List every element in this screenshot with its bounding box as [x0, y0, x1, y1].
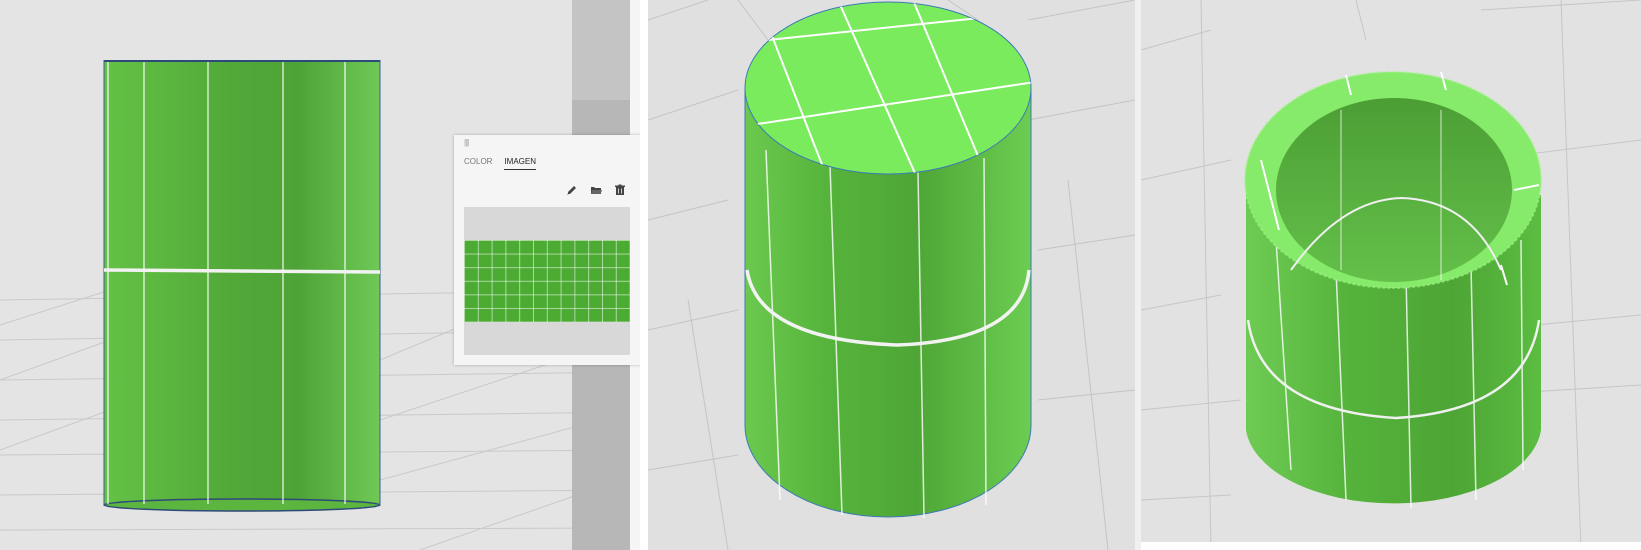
hollow-cylinder[interactable]	[1244, 71, 1542, 509]
divider	[640, 0, 648, 550]
trash-icon[interactable]	[613, 183, 627, 197]
tab-color[interactable]: COLOR	[464, 157, 492, 170]
pencil-icon[interactable]	[565, 183, 579, 197]
cylinder-perspective[interactable]	[718, 0, 1048, 519]
texture-preview[interactable]	[464, 207, 630, 355]
viewport-front[interactable]: ⌄ |||| COLOR IMAGEN	[0, 0, 640, 550]
scene-perspective	[648, 0, 1135, 550]
texture-image	[464, 240, 630, 322]
viewport-bottom-edge	[1141, 542, 1641, 550]
tab-imagen[interactable]: IMAGEN	[504, 157, 537, 170]
scene-hollow	[1141, 0, 1641, 550]
texture-toolbar	[565, 183, 627, 197]
viewport-hollow[interactable]	[1141, 0, 1641, 550]
material-tabs: COLOR IMAGEN	[464, 157, 537, 170]
drag-handle[interactable]: ||||	[464, 138, 469, 147]
cylinder-front[interactable]	[103, 60, 381, 512]
folder-open-icon[interactable]	[589, 183, 603, 197]
viewport-perspective[interactable]	[648, 0, 1135, 550]
material-panel: |||| COLOR IMAGEN	[454, 135, 640, 365]
